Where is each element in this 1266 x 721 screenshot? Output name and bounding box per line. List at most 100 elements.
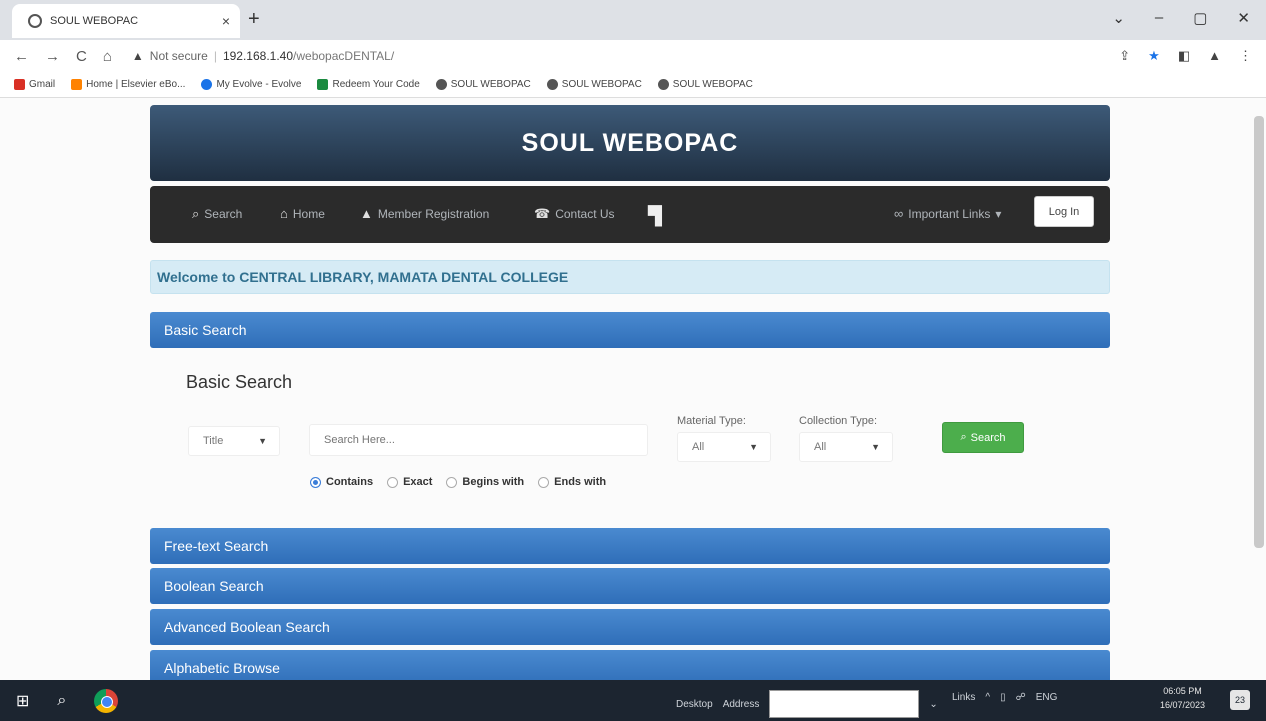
taskbar-toolbars: Desktop Address ⌄ [676,690,938,718]
chevron-down-icon: ▼ [258,436,267,446]
field-select[interactable]: Title ▼ [188,426,280,456]
address-label: Address [722,698,760,710]
nav-member-registration[interactable]: ▲ Member Registration [360,206,489,221]
toolbar-icons: ⇪ ★ ◧ ▲ ⋮ [1119,48,1252,64]
tab-search-icon[interactable]: ⌄ [1112,9,1125,27]
free-text-search-header[interactable]: Free-text Search [150,528,1110,564]
site-banner: SOUL WEBOPAC [150,105,1110,181]
links-toolbar[interactable]: Links [952,692,975,703]
profile-icon[interactable]: ▲ [1208,48,1221,64]
share-icon[interactable]: ⇪ [1119,48,1130,64]
url-field[interactable]: ▲ Not secure | 192.168.1.40/webopacDENTA… [132,49,394,63]
language-indicator[interactable]: ENG [1036,692,1058,703]
elsevier-icon [71,79,83,90]
side-panel-icon[interactable]: ◧ [1178,48,1190,64]
chevron-down-icon: ▼ [871,442,880,452]
link-icon: ∞ [894,206,904,221]
basic-search-title: Basic Search [186,372,293,392]
nav-contact-us[interactable]: ☎ Contact Us [534,206,615,222]
bookmark-redeem[interactable]: Redeem Your Code [317,79,420,90]
basic-search-body: Basic Search Title▼ Material Type: All▼ … [150,348,1110,523]
nav-buttons: ← → C ⌂ [0,48,112,65]
browser-tab[interactable]: SOUL WEBOPAC × [12,4,240,38]
match-options: Contains Exact Begins with Ends with [310,476,606,488]
battery-icon[interactable]: ▯ [1000,692,1006,703]
search-button[interactable]: ⌕ Search [942,422,1024,453]
alphabetic-browse-header[interactable]: Alphabetic Browse [150,650,1110,680]
reload-button[interactable]: C [76,48,87,65]
forward-button[interactable]: → [45,48,60,65]
desktop-toolbar[interactable]: Desktop [676,699,713,710]
system-tray: Links ^ ▯ ☍ ENG [952,692,1057,703]
evolve-icon [201,79,213,90]
gmail-icon [14,79,25,90]
home-button[interactable]: ⌂ [103,48,112,65]
tray-expand-icon[interactable]: ^ [985,692,990,703]
radio[interactable] [387,476,399,488]
bookmark-star-icon[interactable]: ★ [1148,48,1160,64]
login-button[interactable]: Log In [1034,196,1094,227]
page-scrollbar[interactable] [1254,116,1264,548]
option-contains[interactable]: Contains [310,476,373,488]
taskbar-left: ⊞ ⌕ [0,688,119,713]
collection-type-label: Collection Type: [799,415,878,427]
radio[interactable] [446,476,458,488]
collection-type-select[interactable]: All ▼ [799,432,893,462]
browser-titlebar: SOUL WEBOPAC × + ⌄ – ▢ ✕ [0,0,1266,40]
user-icon: ▲ [360,206,373,221]
windows-taskbar: ⊞ ⌕ Desktop Address ⌄ Links ^ ▯ ☍ ENG 06… [0,680,1266,721]
address-bar: ← → C ⌂ ▲ Not secure | 192.168.1.40/webo… [0,40,1266,72]
nav-search[interactable]: ⌕ Search [192,206,242,222]
search-icon: ⌕ [960,431,967,443]
globe-icon [28,14,42,28]
globe-icon [435,79,447,90]
redeem-icon [317,79,329,90]
radio[interactable] [538,476,550,488]
boolean-search-header[interactable]: Boolean Search [150,568,1110,604]
globe-icon [546,79,558,90]
new-tab-button[interactable]: + [248,8,260,31]
globe-icon [657,79,669,90]
nav-important-links[interactable]: ∞ Important Links ▾ [894,206,1001,221]
nav-home[interactable]: ⌂ Home [280,206,325,221]
caret-down-icon: ▾ [995,206,1002,221]
welcome-alert: Welcome to CENTRAL LIBRARY, MAMATA DENTA… [150,260,1110,294]
chevron-down-icon[interactable]: ⌄ [929,699,937,710]
network-icon[interactable]: ☍ [1016,692,1026,703]
bookmark-elsevier[interactable]: Home | Elsevier eBo... [71,79,185,90]
back-button[interactable]: ← [14,48,29,65]
material-type-select[interactable]: All ▼ [677,432,771,462]
option-exact[interactable]: Exact [387,476,432,488]
option-ends-with[interactable]: Ends with [538,476,606,488]
chevron-down-icon: ▼ [749,442,758,452]
cart-icon: ▜ [648,206,662,226]
basic-search-panel-header[interactable]: Basic Search [150,312,1110,348]
bookmark-soul-1[interactable]: SOUL WEBOPAC [435,79,531,90]
menu-icon[interactable]: ⋮ [1239,48,1252,64]
nav-cart[interactable]: ▜ [648,206,662,227]
search-icon: ⌕ [192,206,200,221]
taskbar-address-input[interactable] [769,690,920,718]
home-icon: ⌂ [280,206,288,221]
option-begins-with[interactable]: Begins with [446,476,524,488]
bookmark-soul-2[interactable]: SOUL WEBOPAC [546,79,642,90]
tab-close-icon[interactable]: × [222,13,230,29]
bookmark-evolve[interactable]: My Evolve - Evolve [201,79,301,90]
close-window-button[interactable]: ✕ [1237,9,1250,27]
bookmark-gmail[interactable]: Gmail [14,79,55,90]
url-host: 192.168.1.40/webopacDENTAL/ [222,49,395,63]
chrome-icon[interactable] [94,688,119,713]
minimize-button[interactable]: – [1155,9,1163,27]
window-controls: ⌄ – ▢ ✕ [1112,9,1250,27]
search-input[interactable] [309,424,648,456]
clock[interactable]: 06:05 PM 16/07/2023 [1160,684,1205,712]
search-icon[interactable]: ⌕ [57,692,66,710]
bookmark-soul-3[interactable]: SOUL WEBOPAC [657,79,753,90]
notification-icon[interactable]: 23 [1230,690,1250,710]
maximize-button[interactable]: ▢ [1193,9,1207,27]
advanced-boolean-search-header[interactable]: Advanced Boolean Search [150,609,1110,645]
bookmarks-bar: Gmail Home | Elsevier eBo... My Evolve -… [0,72,1266,98]
radio-selected[interactable] [310,476,321,488]
page-viewport: SOUL WEBOPAC ⌕ Search ⌂ Home ▲ Member Regis… [0,98,1266,680]
windows-start-icon[interactable]: ⊞ [16,691,29,711]
